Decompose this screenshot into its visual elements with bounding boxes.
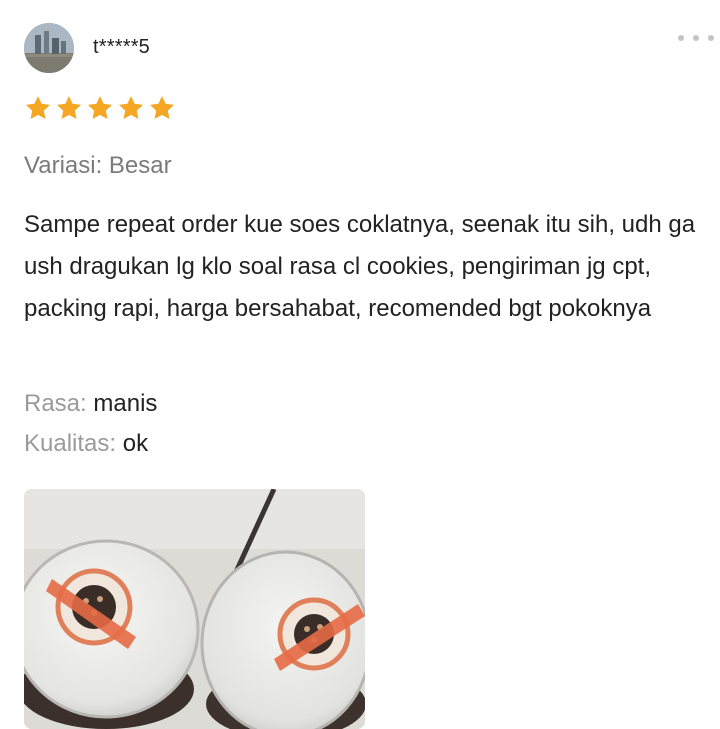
star-icon bbox=[25, 96, 51, 119]
attribute-label: Rasa: bbox=[24, 390, 87, 417]
avatar-image bbox=[24, 23, 74, 73]
attribute-label: Kualitas: bbox=[24, 430, 117, 457]
review-photo[interactable] bbox=[24, 489, 365, 729]
attribute-quality: Kualitas: ok bbox=[24, 430, 148, 458]
attribute-value: manis bbox=[93, 390, 158, 417]
attribute-value: ok bbox=[122, 430, 149, 457]
review-text: Sampe repeat order kue soes coklatnya, s… bbox=[24, 211, 696, 322]
review-photo-image bbox=[24, 489, 365, 729]
more-dot bbox=[708, 35, 714, 41]
star-icon bbox=[87, 96, 113, 119]
variant-label: Variasi: Besar bbox=[24, 152, 172, 179]
more-icon[interactable] bbox=[678, 28, 714, 48]
more-dot bbox=[678, 35, 684, 41]
rating-stars bbox=[24, 94, 176, 122]
avatar[interactable] bbox=[24, 23, 74, 73]
attribute-taste: Rasa: manis bbox=[24, 390, 157, 418]
star-icon bbox=[149, 96, 175, 119]
star-icon bbox=[56, 96, 82, 119]
star-icon bbox=[118, 96, 144, 119]
more-dot bbox=[693, 35, 699, 41]
reviewer-username[interactable]: t*****5 bbox=[93, 36, 150, 59]
